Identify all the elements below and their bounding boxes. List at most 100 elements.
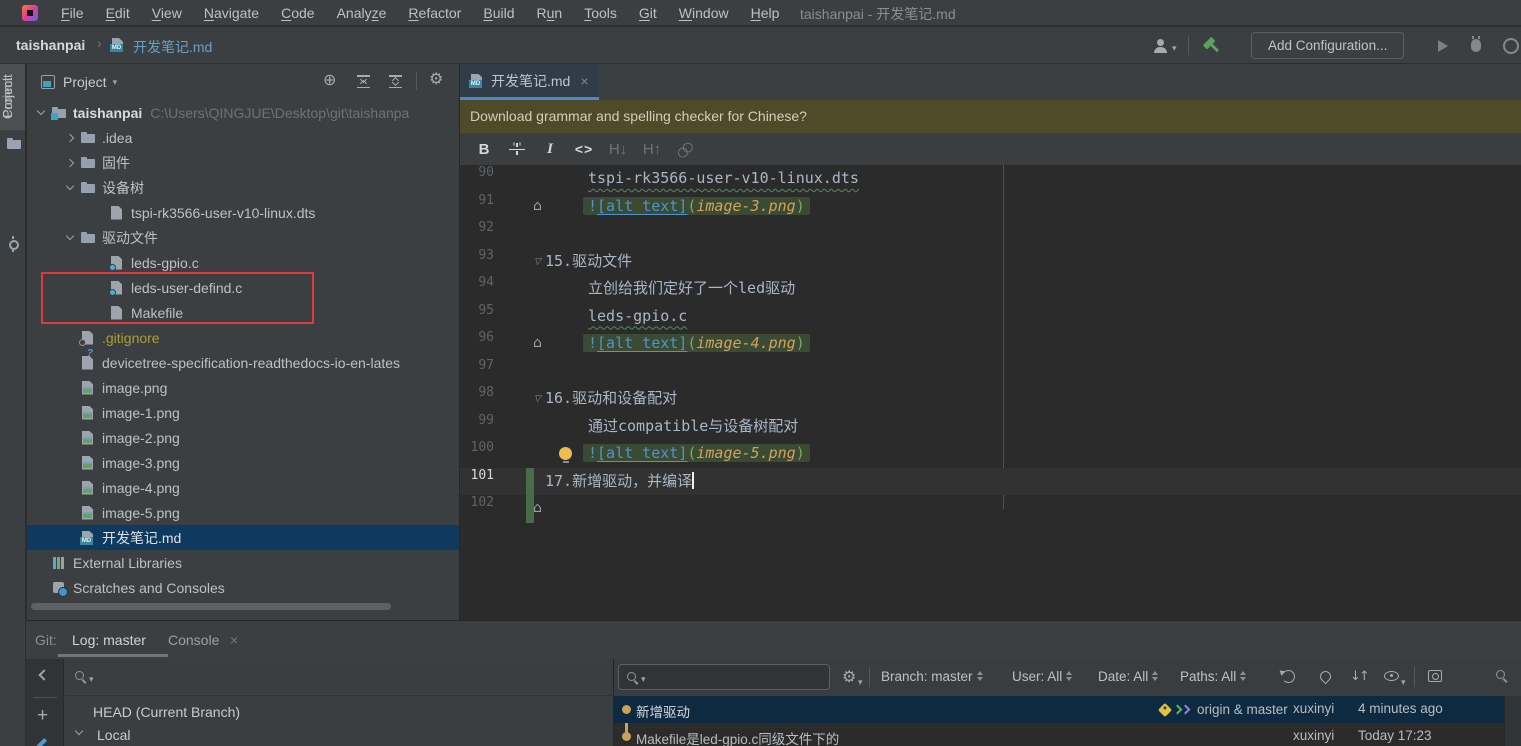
tab-log-master[interactable]: Log: master (72, 632, 146, 648)
menu-analyze[interactable]: Analyze (326, 3, 398, 23)
bold-button[interactable]: B (474, 141, 494, 158)
intention-bulb-icon[interactable] (559, 447, 572, 460)
editor-line[interactable]: 100![alt text](image-5.png) (460, 440, 1521, 468)
tree-item[interactable]: image-5.png (27, 500, 459, 525)
editor-line[interactable]: 91⌂![alt text](image-3.png) (460, 193, 1521, 221)
eye-icon[interactable] (1384, 671, 1399, 681)
expand-all-icon[interactable] (357, 75, 370, 88)
branch-search-row[interactable]: ▾ (65, 659, 639, 696)
link-button[interactable] (674, 138, 697, 161)
editor-line[interactable]: 93▽15.驱动文件 (460, 248, 1521, 276)
project-panel-title[interactable]: Project (63, 74, 107, 90)
menu-navigate[interactable]: Navigate (193, 3, 270, 23)
code-button[interactable]: <> (574, 141, 594, 157)
collapse-left-icon[interactable] (38, 669, 49, 680)
branch-head-item[interactable]: HEAD (Current Branch) (93, 704, 240, 720)
tree-item[interactable]: image-3.png (27, 450, 459, 475)
menu-code[interactable]: Code (270, 3, 325, 23)
paint-icon[interactable] (1318, 669, 1334, 685)
menu-help[interactable]: Help (740, 3, 791, 23)
menu-build[interactable]: Build (472, 3, 525, 23)
refresh-icon[interactable] (1282, 670, 1295, 683)
log-settings-gear-icon[interactable]: ⚙ (842, 667, 856, 687)
editor-line[interactable]: 99通过compatible与设备树配对 (460, 413, 1521, 441)
project-view-dropdown-icon[interactable]: ▾ (113, 77, 118, 88)
collapse-all-icon[interactable] (389, 75, 402, 88)
tree-item[interactable]: devicetree-specification-readthedocs-io-… (27, 350, 459, 375)
tree-item[interactable]: image-2.png (27, 425, 459, 450)
editor-line[interactable]: 10117.新增驱动，并编译 (460, 468, 1521, 496)
menu-file[interactable]: File (50, 3, 95, 23)
close-console-tab-icon[interactable]: × (230, 632, 238, 648)
breadcrumb-file[interactable]: 开发笔记.md (133, 37, 212, 57)
strikethrough-button[interactable] (508, 142, 526, 156)
gear-icon[interactable]: ⚙ (429, 72, 443, 88)
fold-handle-icon[interactable]: ▽ (534, 248, 541, 276)
tree-item[interactable]: .idea (27, 125, 459, 150)
menu-view[interactable]: View (141, 3, 193, 23)
editor-line[interactable]: 90tspi-rk3566-user-v10-linux.dts (460, 165, 1521, 193)
chevron-down-icon[interactable] (64, 232, 76, 244)
fold-handle-icon[interactable]: ▽ (534, 385, 541, 413)
user-account-icon[interactable] (1153, 39, 1169, 53)
breadcrumb-project[interactable]: taishanpai (16, 37, 85, 53)
filter-branch[interactable]: Branch: master (881, 669, 983, 684)
commit-scrollbar[interactable] (1504, 696, 1521, 746)
menu-window[interactable]: Window (668, 3, 740, 23)
menu-edit[interactable]: Edit (95, 3, 141, 23)
branch-local-group[interactable]: Local (97, 727, 130, 743)
tree-item[interactable]: 固件 (27, 150, 459, 175)
header-down-button[interactable]: H↓ (608, 141, 628, 158)
commit-search-input[interactable]: ▾ (618, 664, 830, 690)
menu-run[interactable]: Run (526, 3, 574, 23)
search-commits-icon[interactable] (1496, 670, 1505, 679)
chevron-right-icon[interactable] (64, 157, 76, 169)
tree-item[interactable]: image-4.png (27, 475, 459, 500)
chevron-down-icon[interactable] (64, 182, 76, 194)
filter-date[interactable]: Date: All (1098, 669, 1158, 684)
debug-icon[interactable] (1471, 39, 1481, 52)
add-icon[interactable]: + (37, 705, 48, 727)
add-configuration-button[interactable]: Add Configuration... (1251, 32, 1404, 59)
editor-line[interactable]: 92 (460, 220, 1521, 248)
go-to-hash-icon[interactable] (1428, 670, 1442, 682)
editor-tab[interactable]: 开发笔记.md × (460, 64, 599, 100)
tree-item[interactable]: 驱动文件 (27, 225, 459, 250)
editor-line[interactable]: 95leds-gpio.c (460, 303, 1521, 331)
tree-item[interactable]: External Libraries (27, 550, 459, 575)
gutter-region-icon[interactable]: ⌂ (533, 495, 542, 523)
chevron-down-icon[interactable] (35, 107, 47, 119)
menu-tools[interactable]: Tools (573, 3, 628, 23)
italic-button[interactable]: I (540, 141, 560, 158)
commit-row[interactable]: 新增驱动 origin & master xuxinyi 4 minutes a… (614, 696, 1505, 723)
locate-file-icon[interactable]: ⊕ (323, 73, 336, 89)
tree-item[interactable]: tspi-rk3566-user-v10-linux.dts (27, 200, 459, 225)
close-tab-icon[interactable]: × (580, 73, 588, 89)
user-dropdown-icon[interactable]: ▾ (1172, 43, 1177, 54)
editor-content[interactable]: 90tspi-rk3566-user-v10-linux.dts91⌂![alt… (460, 165, 1521, 620)
tree-item[interactable]: image.png (27, 375, 459, 400)
run-icon[interactable] (1438, 40, 1448, 52)
chevron-down-icon[interactable] (73, 727, 85, 739)
chevron-right-icon[interactable] (64, 132, 76, 144)
menu-git[interactable]: Git (628, 3, 668, 23)
editor-line[interactable]: 102⌂ (460, 495, 1521, 523)
edit-icon[interactable] (33, 738, 47, 746)
tree-item[interactable]: taishanpaiC:\Users\QINGJUE\Desktop\git\t… (27, 100, 459, 125)
tree-item[interactable]: .gitignore (27, 325, 459, 350)
sort-icon[interactable]: ↓↑ (1350, 669, 1368, 684)
tree-item[interactable]: 设备树 (27, 175, 459, 200)
tree-item[interactable]: 开发笔记.md (27, 525, 459, 550)
editor-line[interactable]: 97 (460, 358, 1521, 386)
gutter-region-icon[interactable]: ⌂ (533, 330, 542, 358)
notification-banner[interactable]: Download grammar and spelling checker fo… (460, 100, 1521, 133)
tree-item[interactable]: Scratches and Consoles (27, 575, 459, 600)
editor-line[interactable]: 96⌂![alt text](image-4.png) (460, 330, 1521, 358)
editor-line[interactable]: 98▽16.驱动和设备配对 (460, 385, 1521, 413)
header-up-button[interactable]: H↑ (642, 141, 662, 158)
filter-user[interactable]: User: All (1012, 669, 1072, 684)
commit-row[interactable]: Makefile是led-gpio.c同级文件下的 xuxinyi Today … (614, 723, 1505, 746)
build-hammer-icon[interactable] (1199, 33, 1224, 58)
gutter-region-icon[interactable]: ⌂ (533, 193, 542, 221)
filter-paths[interactable]: Paths: All (1180, 669, 1246, 684)
